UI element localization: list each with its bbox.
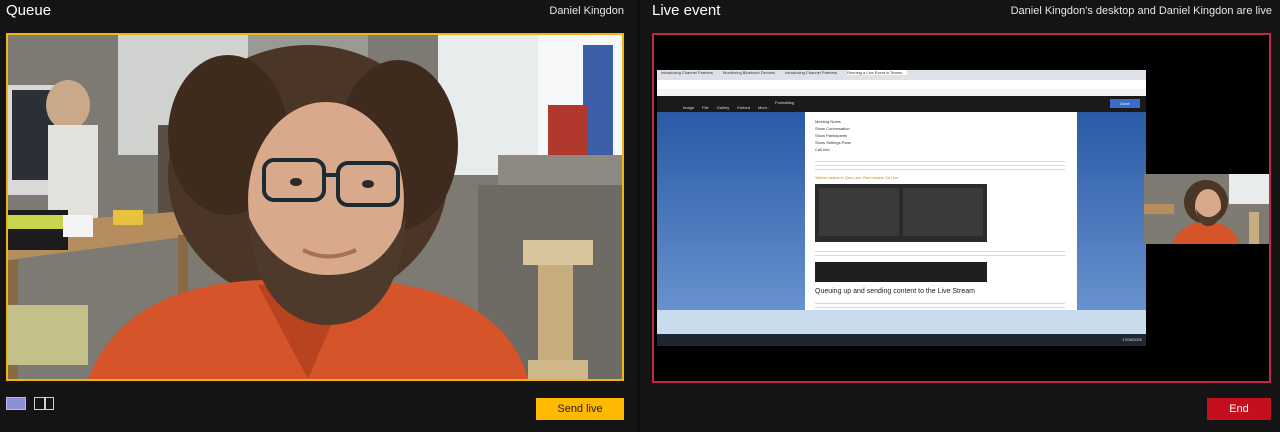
document-bullet: Show Participants	[815, 133, 848, 138]
document-bullet: Show Settings Pane	[815, 140, 852, 145]
queue-presenter-name: Daniel Kingdon	[549, 5, 624, 17]
browser-tab-active: Running a Live Event in Teams	[847, 70, 907, 75]
presenter-webcam-thumbnail	[1144, 174, 1269, 244]
queue-video-preview[interactable]	[6, 33, 624, 381]
shared-desktop-screen: Introducing Channel Partners Monitoring …	[657, 70, 1146, 346]
presenter-webcam-image	[8, 35, 622, 379]
page-background-left	[657, 112, 805, 334]
side-by-side-layout-button[interactable]	[34, 397, 54, 410]
document-bullet: Meeting Notes	[815, 119, 841, 124]
live-webcam-overlay	[1144, 174, 1269, 244]
document-bullet: Call Info	[815, 147, 830, 152]
send-live-button[interactable]: Send live	[536, 398, 624, 420]
live-stream-preview[interactable]: Introducing Channel Partners Monitoring …	[652, 33, 1271, 383]
image-queue-pane	[819, 188, 899, 236]
browser-tab: Introducing Channel Partners	[785, 70, 838, 75]
page-clouds	[657, 310, 1146, 334]
document-paragraph	[815, 158, 1065, 172]
document-screenshot-image	[815, 184, 987, 242]
live-event-title: Live event	[652, 2, 721, 19]
browser-tab-bar: Introducing Channel Partners Monitoring …	[657, 70, 1146, 80]
done-button: Done	[1110, 99, 1140, 108]
layout-split-line	[44, 398, 46, 409]
browser-tab: Monitoring Bluetooth Devices	[723, 70, 776, 75]
formatting-menu: Formatting	[775, 100, 795, 105]
browser-tab: Introducing Channel Partners	[661, 70, 714, 75]
toolbar-item: Image	[683, 105, 695, 110]
panel-divider	[638, 0, 640, 432]
document-bullet-list: Meeting Notes Show Conversation Show Par…	[815, 118, 851, 153]
windows-taskbar: 17/06/2020	[657, 334, 1146, 346]
document-paragraph	[815, 300, 1065, 310]
document-highlight-text: Yellow means in Que Live, Red means On L…	[815, 175, 899, 180]
image-live-pane	[903, 188, 983, 236]
end-event-button[interactable]: End	[1207, 398, 1271, 420]
queue-title: Queue	[6, 2, 52, 19]
browser-bookmarks-bar	[657, 89, 1146, 96]
toolbar-item: File	[702, 105, 709, 110]
live-status-text: Daniel Kingdon's desktop and Daniel King…	[1010, 5, 1272, 17]
document-body: Meeting Notes Show Conversation Show Par…	[805, 112, 1077, 310]
taskbar-clock: 17/06/2020	[1121, 337, 1142, 342]
toolbar-item: Gallery	[716, 105, 730, 110]
page-background-right	[1077, 112, 1146, 334]
document-paragraph	[815, 248, 1065, 258]
document-heading: Queuing up and sending content to the Li…	[815, 288, 975, 295]
document-bullet: Show Conversation	[815, 126, 850, 131]
toolbar-item: Embed	[737, 105, 750, 110]
toolbar-item: More...	[757, 105, 771, 110]
document-screenshot-image	[815, 262, 987, 282]
single-source-layout-button[interactable]	[6, 397, 26, 410]
editor-toolbar: Image File Gallery Embed More... Formatt…	[657, 96, 1146, 112]
